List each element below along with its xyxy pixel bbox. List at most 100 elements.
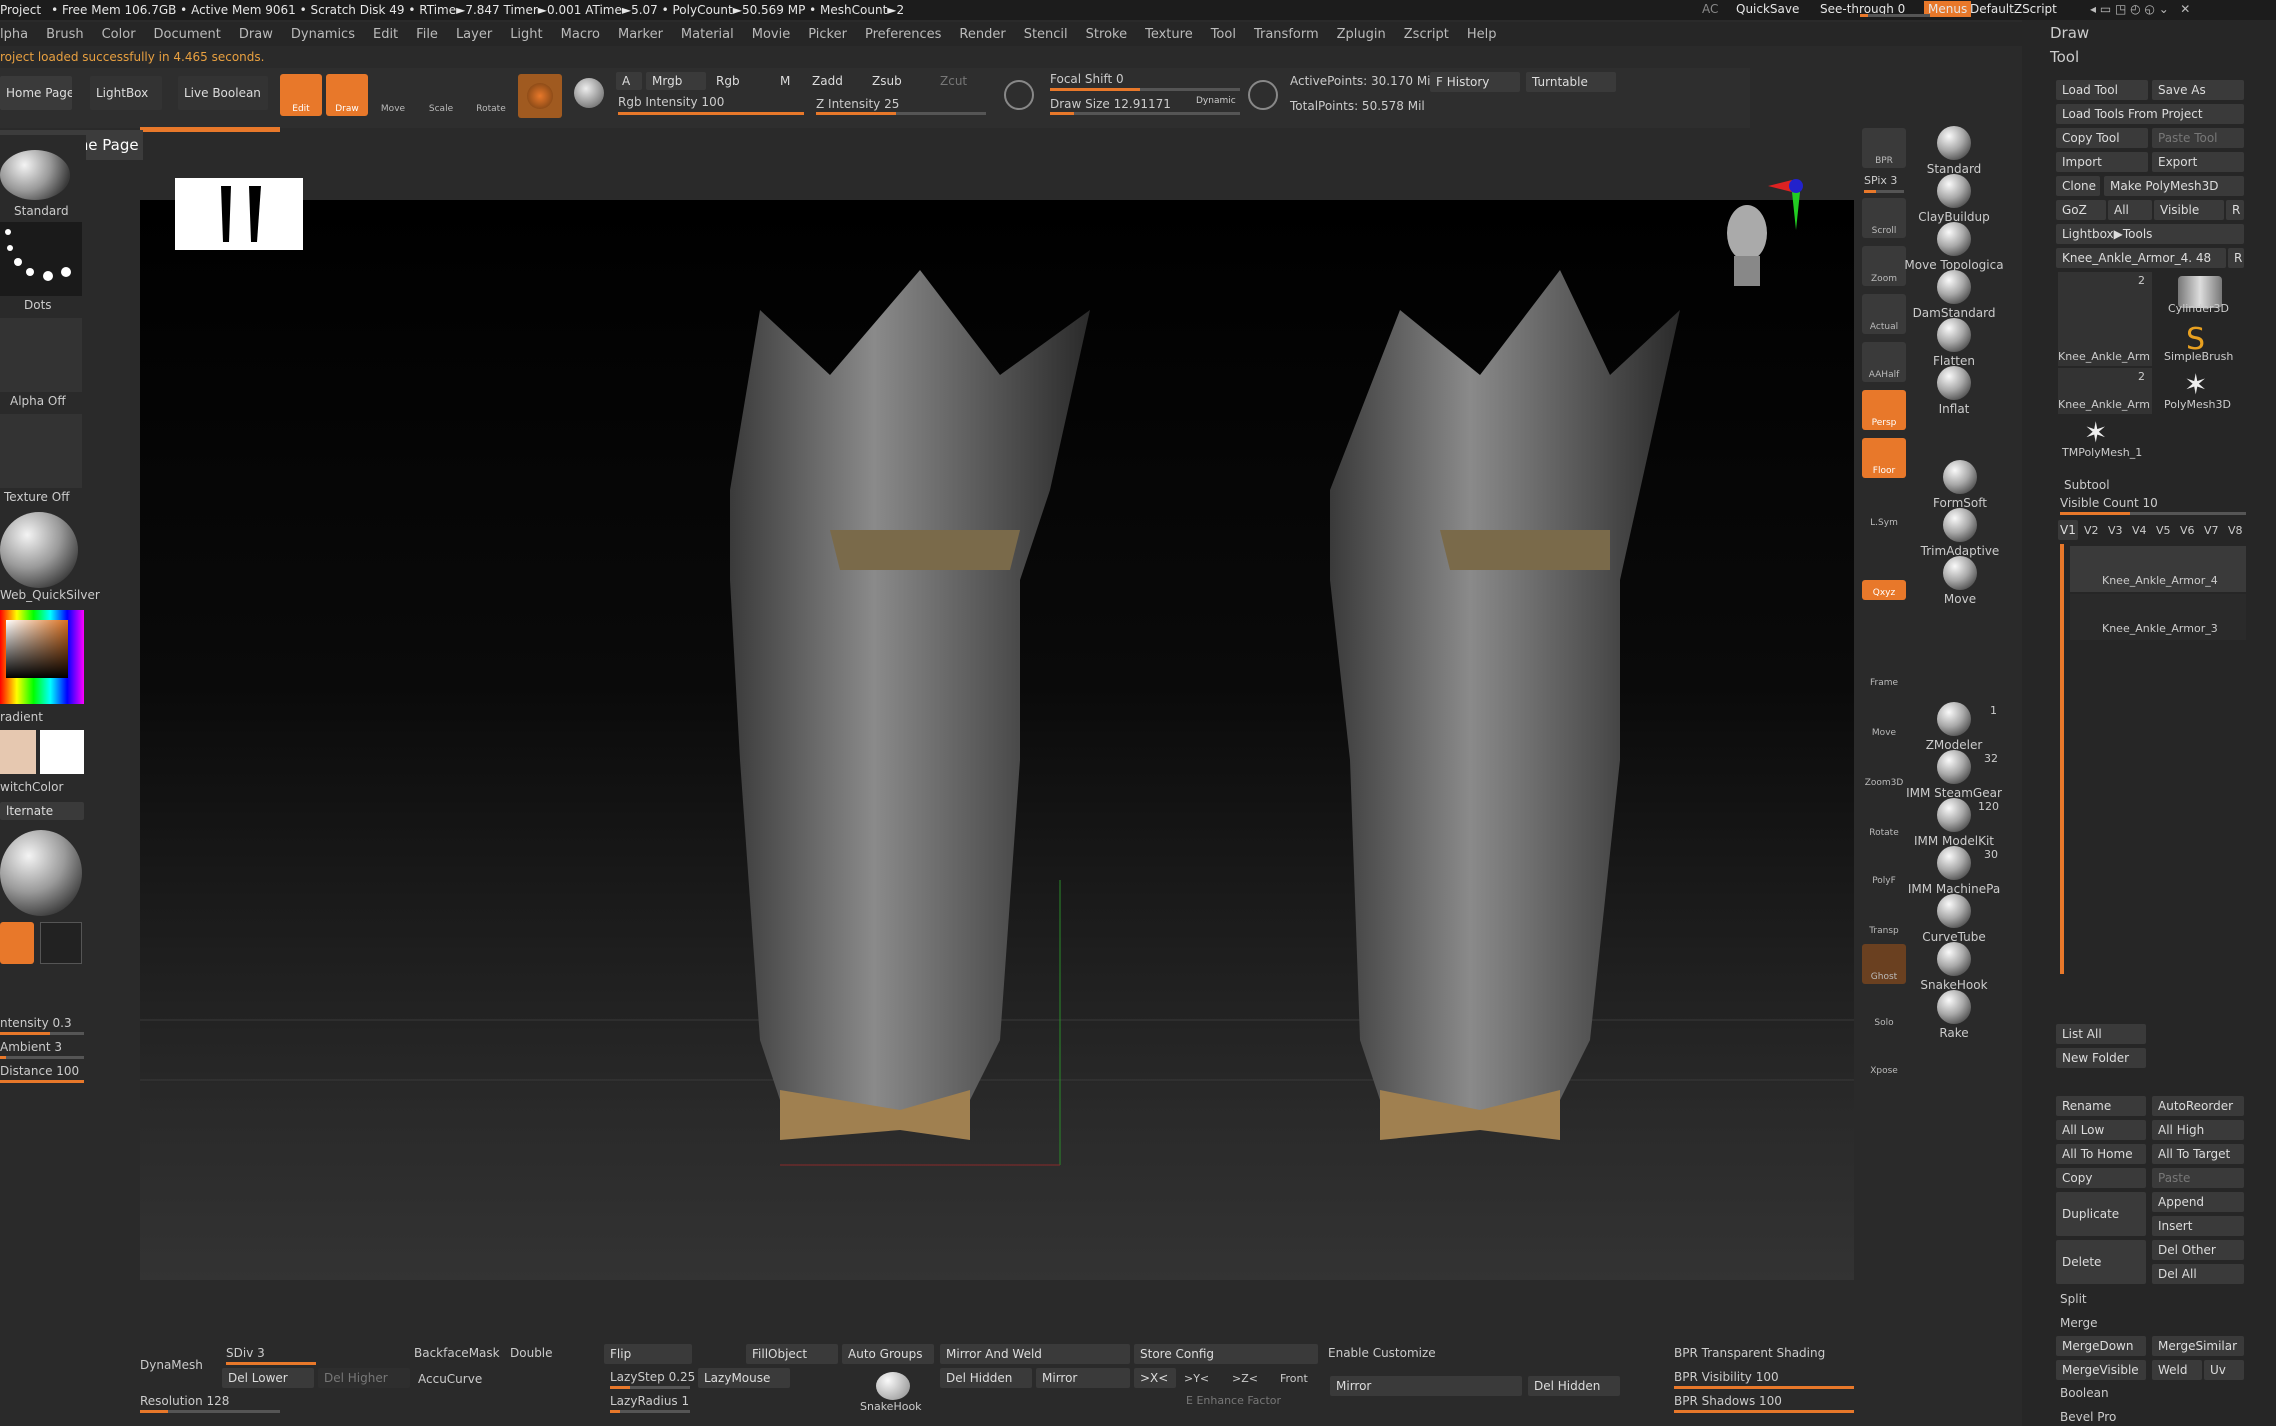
brush-move-topological[interactable]: Move Topologica [1904,222,2004,272]
brush-formsoft[interactable]: FormSoft [1910,460,2010,510]
menu-item[interactable]: Movie [752,27,790,42]
view-tab[interactable]: V1 [2058,520,2078,540]
polyf-button[interactable]: PolyF [1862,848,1906,888]
actual-button[interactable]: Actual [1862,294,1906,334]
menu-item[interactable]: Dynamics [291,27,355,42]
texture-off-slot[interactable] [0,414,82,488]
menu-item[interactable]: lpha [0,27,28,42]
brush-move[interactable]: Move [1910,556,2010,606]
flip-button[interactable]: Flip [604,1344,692,1364]
all-to-target-button[interactable]: All To Target [2152,1144,2244,1164]
standard-brush-icon[interactable] [0,150,70,200]
intensity-slider[interactable]: ntensity 0.3 [0,1016,72,1030]
e-enhance-factor-slider[interactable]: E Enhance Factor [1186,1394,1281,1407]
bpr-transparent-shading-button[interactable]: BPR Transparent Shading [1674,1346,1825,1360]
menu-item[interactable]: Layer [456,27,492,42]
view-tab[interactable]: V7 [2204,524,2219,537]
enable-customize-button[interactable]: Enable Customize [1328,1346,1436,1360]
all-high-button[interactable]: All High [2152,1120,2244,1140]
scale-button[interactable]: Scale [420,74,462,116]
brush-claybuildup[interactable]: ClayBuildup [1904,174,2004,224]
menu-item[interactable]: Marker [618,27,663,42]
copy-tool-button[interactable]: Copy Tool [2056,128,2148,148]
bevel-pro-header[interactable]: Bevel Pro [2060,1410,2116,1424]
menu-item[interactable]: Transform [1254,27,1319,42]
brush-damstandard[interactable]: DamStandard [1904,270,2004,320]
dynamesh-button[interactable]: DynaMesh [140,1358,203,1372]
append-button[interactable]: Append [2152,1192,2244,1212]
mergevisible-button[interactable]: MergeVisible [2056,1360,2146,1380]
boolean-header[interactable]: Boolean [2060,1386,2109,1400]
solo-button[interactable]: Solo [1862,990,1906,1030]
delete-button[interactable]: Delete [2056,1240,2146,1284]
dynamic-toggle[interactable]: Dynamic [1196,96,1236,106]
z-intensity-track[interactable] [816,112,986,115]
del-hidden-button-2[interactable]: Del Hidden [1528,1376,1620,1396]
del-all-button[interactable]: Del All [2152,1264,2244,1284]
aahalf-button[interactable]: AAHalf [1862,342,1906,382]
z-intensity-slider[interactable]: Z Intensity 25 [816,97,899,111]
main-color-swatch[interactable] [0,730,36,774]
paste-tool-button[interactable]: Paste Tool [2152,128,2244,148]
del-higher-button[interactable]: Del Higher [318,1368,410,1388]
subtool-scrollbar[interactable] [2060,544,2064,974]
light-bulb-icon[interactable] [0,922,34,964]
menu-item[interactable]: Brush [46,27,84,42]
brush-flatten[interactable]: Flatten [1904,318,2004,368]
mirror-and-weld-button[interactable]: Mirror And Weld [940,1344,1130,1364]
window-controls-icon[interactable]: ◂ ▭ ◳ ◴ ◵ ⌄ ✕ [2090,2,2190,16]
focal-shift-icon[interactable] [1004,80,1034,110]
split-header[interactable]: Split [2060,1292,2087,1306]
rgb-intensity-track[interactable] [618,112,804,115]
move-view-button[interactable]: Move [1862,700,1906,740]
weld-button[interactable]: Weld [2152,1360,2202,1380]
material-swatch-button[interactable] [518,74,562,118]
r-button-2[interactable]: R [2228,248,2244,268]
light-bulb-2-icon[interactable] [40,922,82,964]
z-axis-toggle[interactable]: >Z< [1232,1372,1258,1385]
menu-item[interactable]: Zscript [1404,27,1449,42]
default-zscript-button[interactable]: DefaultZScript [1970,2,2057,16]
visible-count-track[interactable] [2060,512,2246,515]
draw-button[interactable]: Draw [326,74,368,116]
resolution-slider[interactable]: Resolution 128 [140,1394,229,1408]
sdiv-track[interactable] [226,1362,316,1365]
lazymouse-toggle[interactable]: LazyMouse [698,1368,790,1388]
paste-button[interactable]: Paste [2152,1168,2244,1188]
snakehook-icon[interactable] [876,1372,910,1400]
light-sphere-icon[interactable] [0,830,82,916]
export-button[interactable]: Export [2152,152,2244,172]
scroll-button[interactable]: Scroll [1862,198,1906,238]
uv-button[interactable]: Uv [2204,1360,2244,1380]
alternate-toggle[interactable]: lternate [0,802,84,820]
brush-trimadaptive[interactable]: TrimAdaptive [1910,508,2010,558]
make-polymesh-button[interactable]: Make PolyMesh3D [2104,176,2244,196]
zadd-toggle[interactable]: Zadd [806,72,862,90]
menu-item[interactable]: Material [681,27,734,42]
view-tab[interactable]: V3 [2108,524,2123,537]
visible-button[interactable]: Visible [2154,200,2224,220]
lsym-button[interactable]: L.Sym [1862,490,1906,530]
goz-button[interactable]: GoZ [2056,200,2106,220]
draw-palette-title[interactable]: Draw [2050,24,2089,42]
view-tab[interactable]: V2 [2084,524,2099,537]
import-button[interactable]: Import [2056,152,2148,172]
frame-button[interactable]: Frame [1862,650,1906,690]
insert-curvetube[interactable]: CurveTube [1904,894,2004,944]
bpr-shadows-slider[interactable]: BPR Shadows 100 [1674,1394,1782,1408]
menu-item[interactable]: Edit [373,27,398,42]
list-all-button[interactable]: List All [2056,1024,2146,1044]
dots-stroke-icon[interactable] [0,222,82,296]
auto-groups-button[interactable]: Auto Groups [842,1344,934,1364]
lightbox-tools-button[interactable]: Lightbox▶Tools [2056,224,2244,244]
save-as-button[interactable]: Save As [2152,80,2244,100]
x-axis-toggle[interactable]: >X< [1134,1368,1176,1388]
merge-header[interactable]: Merge [2060,1316,2097,1330]
resolution-track[interactable] [140,1410,280,1413]
move-button[interactable]: Move [372,74,414,116]
draw-size-track[interactable] [1050,112,1240,115]
rotate-button[interactable]: Rotate [470,74,512,116]
xpose-button[interactable]: Xpose [1862,1038,1906,1078]
lazystep-track[interactable] [610,1386,690,1389]
new-folder-button[interactable]: New Folder [2056,1048,2146,1068]
